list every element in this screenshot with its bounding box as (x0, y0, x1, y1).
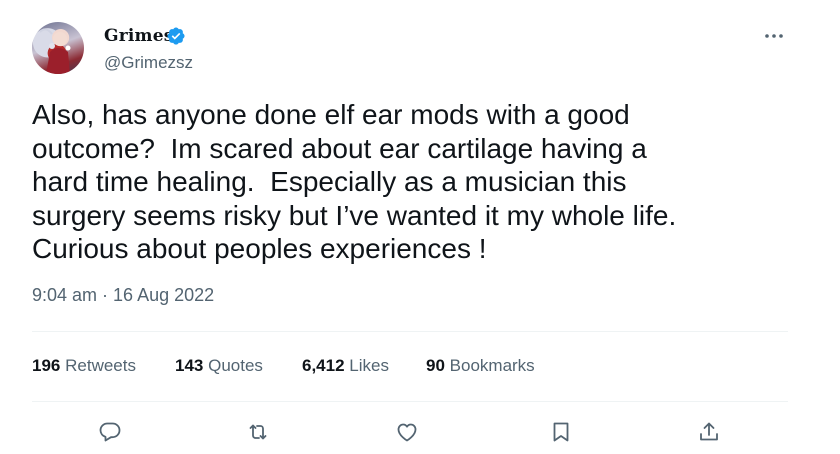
tweet-timestamp[interactable]: 9:04 am · 16 Aug 2022 (32, 285, 214, 306)
likes-count: 6,412 (302, 356, 345, 375)
verified-badge-icon (166, 26, 186, 46)
share-button[interactable] (697, 420, 725, 448)
like-button[interactable] (395, 420, 423, 448)
tweet-text: Also, has anyone done elf ear mods with … (32, 99, 677, 264)
retweets-stat[interactable]: 196 Retweets (32, 356, 136, 376)
retweet-icon (249, 424, 267, 440)
bookmark-icon (553, 422, 569, 442)
likes-stat[interactable]: 6,412 Likes (302, 356, 389, 376)
quotes-stat[interactable]: 143 Quotes (175, 356, 263, 376)
share-icon (700, 422, 718, 441)
more-options-icon[interactable] (762, 26, 786, 46)
quotes-count: 143 (175, 356, 204, 375)
reply-icon (99, 422, 121, 442)
like-icon (397, 423, 417, 442)
author-name[interactable]: Grimes (104, 26, 174, 46)
divider (32, 331, 788, 332)
bookmarks-label: Bookmarks (449, 356, 535, 375)
bookmark-button[interactable] (549, 420, 577, 448)
divider (32, 401, 788, 402)
bookmarks-stat[interactable]: 90 Bookmarks (426, 356, 535, 376)
author-handle[interactable]: @Grimezsz (104, 53, 193, 73)
avatar[interactable] (32, 22, 84, 74)
retweets-count: 196 (32, 356, 61, 375)
bookmarks-count: 90 (426, 356, 445, 375)
likes-label: Likes (349, 356, 389, 375)
retweet-button[interactable] (246, 420, 274, 448)
tweet-card: Grimes @Grimezsz Also, has anyone done e… (0, 0, 840, 454)
retweets-label: Retweets (65, 356, 136, 375)
quotes-label: Quotes (208, 356, 263, 375)
reply-button[interactable] (98, 420, 126, 448)
